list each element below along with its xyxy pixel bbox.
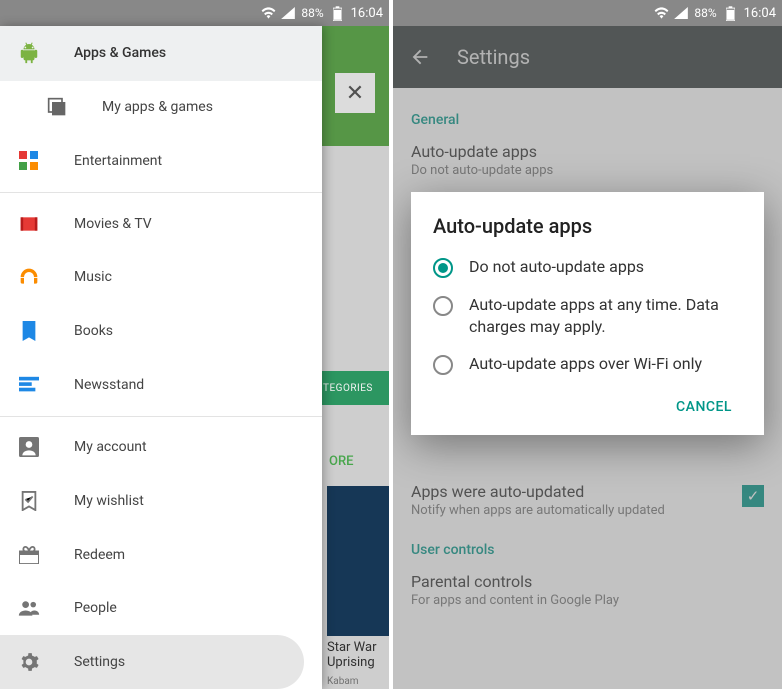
nav-my-account[interactable]: My account — [0, 421, 322, 475]
nav-label: Entertainment — [74, 153, 162, 169]
nav-label: Redeem — [74, 547, 125, 563]
nav-my-apps[interactable]: My apps & games — [0, 81, 322, 135]
radio-label: Do not auto-update apps — [469, 256, 644, 278]
nav-redeem[interactable]: Redeem — [0, 528, 322, 582]
app-card-title: Star War Uprising — [327, 640, 389, 670]
nav-books[interactable]: Books — [0, 304, 322, 358]
wishlist-icon — [18, 490, 40, 512]
gear-icon — [18, 651, 40, 673]
nav-newsstand[interactable]: Newsstand — [0, 358, 322, 412]
radio-option-wifi-only[interactable]: Auto-update apps over Wi-Fi only — [433, 353, 742, 375]
clock: 16:04 — [744, 6, 776, 21]
nav-apps-games[interactable]: Apps & Games — [0, 26, 322, 81]
clock: 16:04 — [351, 6, 383, 21]
close-button[interactable]: ✕ — [335, 73, 375, 113]
battery-percent: 88% — [301, 6, 323, 20]
battery-icon — [330, 6, 345, 21]
app-card-meta: Kabam 4.2 ★ — [327, 676, 389, 689]
auto-update-dialog: Auto-update apps Do not auto-update apps… — [411, 192, 764, 435]
entertainment-icon — [18, 150, 40, 172]
wifi-icon — [261, 6, 276, 21]
nav-label: People — [74, 600, 117, 616]
nav-music[interactable]: Music — [0, 251, 322, 305]
nav-label: Books — [74, 323, 113, 339]
nav-label: Apps & Games — [74, 45, 166, 61]
app-card-thumbnail[interactable] — [327, 486, 389, 636]
battery-icon — [723, 6, 738, 21]
radio-option-no-update[interactable]: Do not auto-update apps — [433, 256, 742, 278]
more-link[interactable]: ORE — [329, 454, 389, 474]
android-icon — [18, 42, 40, 64]
movies-icon — [18, 213, 40, 235]
nav-label: Music — [74, 269, 112, 285]
radio-icon — [433, 296, 453, 316]
categories-tab[interactable]: TEGORIES — [319, 371, 389, 405]
right-screenshot: 88% 16:04 Settings General Auto-update a… — [391, 0, 782, 689]
nav-label: Movies & TV — [74, 216, 152, 232]
nav-label: My account — [74, 439, 147, 455]
navigation-drawer: Apps & Games My apps & games Entertainme… — [0, 26, 322, 689]
battery-percent: 88% — [694, 6, 716, 20]
apps-icon — [46, 96, 68, 118]
nav-my-wishlist[interactable]: My wishlist — [0, 474, 322, 528]
radio-icon — [433, 258, 453, 278]
signal-icon — [280, 6, 295, 21]
divider — [0, 192, 322, 193]
account-icon — [18, 436, 40, 458]
redeem-icon — [18, 544, 40, 566]
nav-label: My wishlist — [74, 493, 144, 509]
cancel-button[interactable]: CANCEL — [666, 391, 742, 423]
divider — [0, 416, 322, 417]
status-bar: 88% 16:04 — [0, 0, 389, 26]
nav-label: Settings — [74, 654, 125, 670]
status-bar: 88% 16:04 — [393, 0, 782, 26]
nav-label: My apps & games — [102, 99, 213, 115]
left-screenshot: 88% 16:04 ✕ TEGORIES ORE Star War Uprisi… — [0, 0, 391, 689]
music-icon — [18, 266, 40, 288]
radio-label: Auto-update apps over Wi-Fi only — [469, 353, 702, 375]
signal-icon — [673, 6, 688, 21]
wifi-icon — [654, 6, 669, 21]
newsstand-icon — [18, 374, 40, 396]
radio-option-any-time[interactable]: Auto-update apps at any time. Data charg… — [433, 294, 742, 337]
nav-entertainment[interactable]: Entertainment — [0, 134, 322, 188]
nav-settings[interactable]: Settings — [0, 635, 304, 689]
nav-label: Newsstand — [74, 377, 144, 393]
dialog-title: Auto-update apps — [433, 214, 742, 238]
nav-movies[interactable]: Movies & TV — [0, 197, 322, 251]
people-icon — [18, 597, 40, 619]
books-icon — [18, 320, 40, 342]
radio-label: Auto-update apps at any time. Data charg… — [469, 294, 742, 337]
nav-people[interactable]: People — [0, 582, 322, 636]
radio-icon — [433, 355, 453, 375]
